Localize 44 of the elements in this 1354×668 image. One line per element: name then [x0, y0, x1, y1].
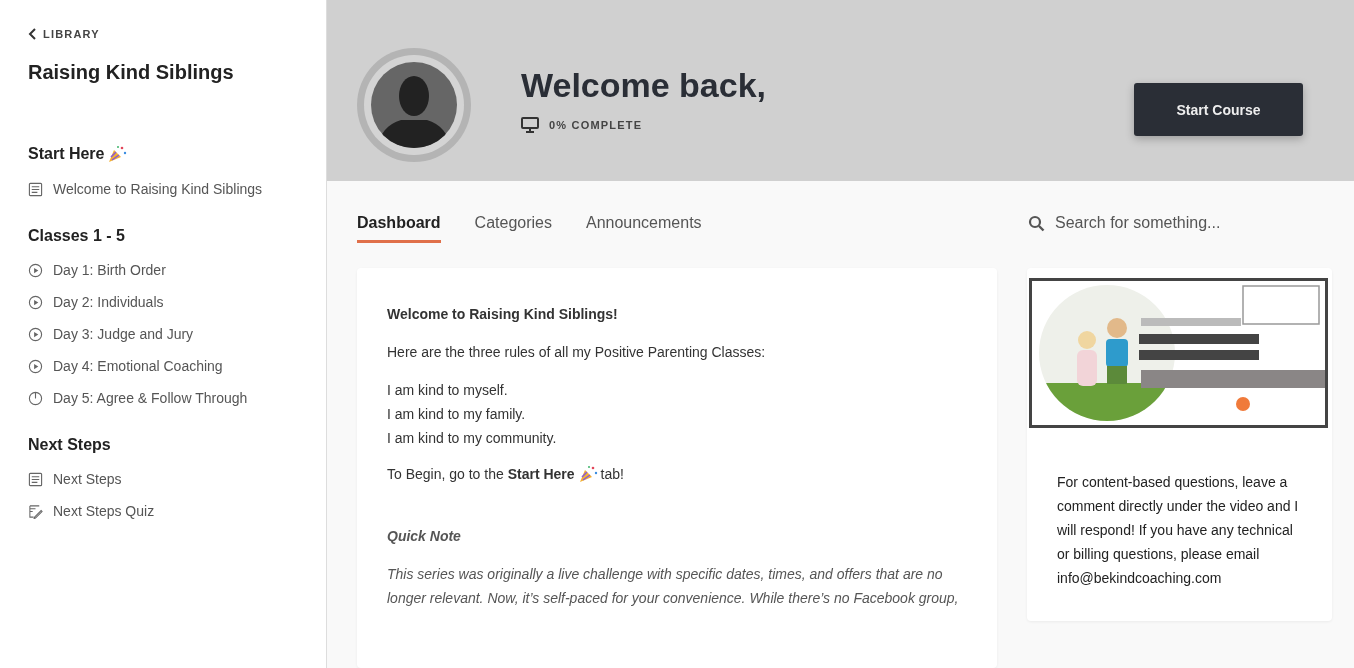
- rule-text: I am kind to my family.: [387, 405, 527, 424]
- begin-text: To Begin, go to the Start Here: [387, 466, 575, 482]
- party-popper-icon: [577, 464, 598, 484]
- lesson-link[interactable]: Day 4: Emotional Coaching: [53, 358, 223, 374]
- tab[interactable]: Categories: [474, 213, 552, 243]
- lesson-link[interactable]: Next Steps: [53, 471, 122, 487]
- rule-text: I am kind to my community.: [387, 429, 558, 448]
- note-text: This series was originally a live challenge with specific dates, times, and offers that are no longer relevant. Now, it’s self-paced for your convenience. While there’s no Facebook group,: [387, 565, 960, 608]
- play-icon: [28, 294, 43, 310]
- lesson-link[interactable]: Day 2: Individuals: [53, 294, 164, 310]
- play-icon: [28, 326, 43, 342]
- clock-icon: [28, 390, 43, 406]
- note-heading: Quick Note: [387, 527, 462, 546]
- lesson-link[interactable]: Day 1: Birth Order: [53, 262, 166, 278]
- tab[interactable]: Dashboard: [357, 213, 441, 243]
- section-heading: Start Here: [28, 145, 105, 163]
- lesson-link[interactable]: Day 5: Agree & Follow Through: [53, 390, 248, 406]
- progress-label: 0% COMPLETE: [549, 119, 643, 131]
- party-popper-icon: [107, 144, 128, 164]
- welcome-heading: Welcome back,: [521, 66, 768, 105]
- course-title: Raising Kind Siblings: [28, 61, 235, 84]
- section-heading: Classes 1 - 5: [28, 227, 125, 245]
- section-heading: Next Steps: [28, 436, 111, 454]
- lesson-link[interactable]: Welcome to Raising Kind Siblings: [53, 181, 263, 197]
- begin-text-end: tab!: [600, 466, 624, 482]
- play-icon: [28, 262, 43, 278]
- search-icon: [1028, 214, 1045, 232]
- tab[interactable]: Announcements: [585, 213, 702, 243]
- intro-text: Here are the three rules of all my Positive Parenting Classes:: [387, 343, 767, 362]
- chevron-left-icon: [28, 28, 37, 40]
- start-course-button[interactable]: Start Course: [1134, 83, 1303, 136]
- avatar-icon: [357, 48, 471, 162]
- card-heading: Welcome to Raising Kind Siblings!: [387, 305, 619, 324]
- lesson-link[interactable]: Day 3: Judge and Jury: [53, 326, 194, 342]
- document-icon: [28, 181, 43, 197]
- library-back-link[interactable]: LIBRARY: [28, 28, 326, 40]
- lesson-link[interactable]: Next Steps Quiz: [53, 503, 155, 519]
- rule-text: I am kind to myself.: [387, 381, 509, 400]
- play-icon: [28, 358, 43, 374]
- document-icon: [28, 471, 43, 487]
- quiz-icon: [28, 503, 43, 519]
- monitor-icon: [521, 117, 539, 133]
- help-text: For content-based questions, leave a comment directly under the video and I will respond! If you have any technical or billing questions, please email info@bekindcoaching.com: [1057, 473, 1300, 588]
- search-field[interactable]: Search for something...: [1053, 213, 1317, 233]
